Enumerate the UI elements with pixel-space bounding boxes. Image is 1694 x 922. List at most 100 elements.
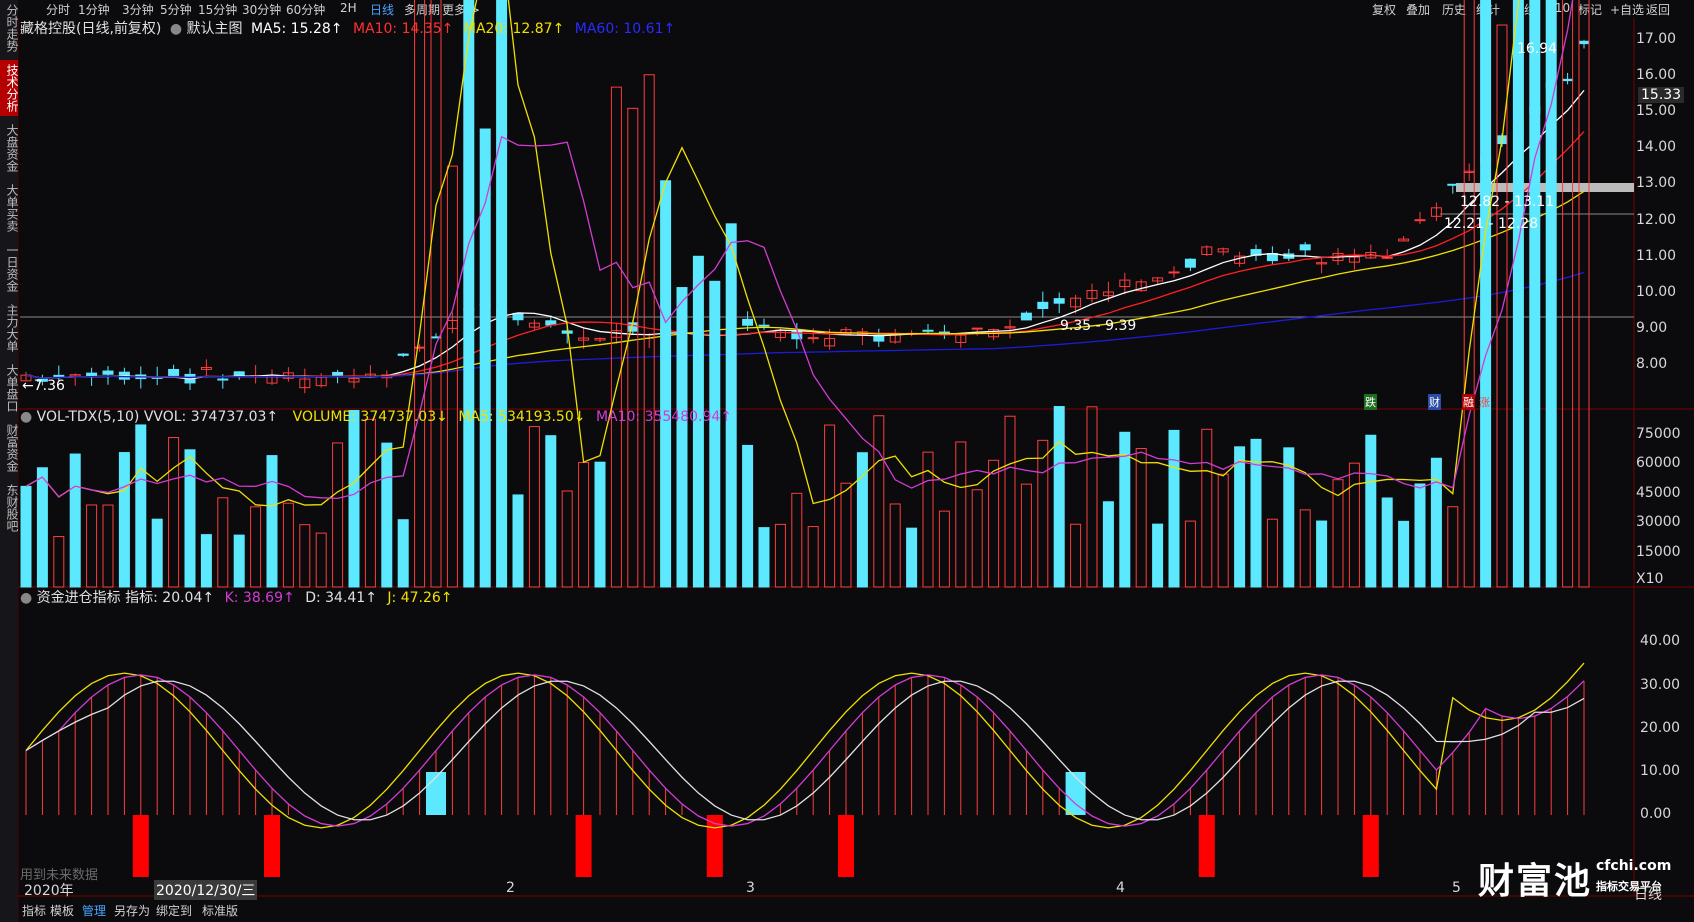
volume-bar — [315, 532, 327, 588]
volume-bar — [118, 452, 130, 588]
volume-bar — [1430, 457, 1442, 588]
bottom-tab-4[interactable]: 绑定到 — [156, 902, 192, 919]
volume-tick: 75000 — [1636, 426, 1681, 442]
x-label-month-4: 4 — [1116, 880, 1125, 896]
indicator-legend: ● 资金进仓指标 指标: 20.04↑ K: 38.69↑ D: 34.41↑ … — [20, 587, 453, 607]
ma20-value: MA20: 12.87↑ — [463, 21, 565, 37]
bottom-tab-1[interactable]: 模板 — [50, 902, 74, 919]
volume-tick: X10 — [1636, 571, 1664, 587]
price-tick: 15.00 — [1636, 103, 1677, 120]
d-value: D: 34.41↑ — [305, 590, 377, 606]
x-label-month-2: 2 — [506, 880, 515, 896]
volume-bar — [266, 455, 278, 588]
gap-label-3: 9.35 - 9.39 — [1060, 318, 1137, 334]
bottom-tab-2[interactable]: 管理 — [82, 902, 106, 919]
candle — [1381, 256, 1393, 259]
volume-bar — [807, 526, 819, 588]
candle — [1184, 258, 1196, 268]
candle — [1447, 183, 1459, 186]
candle — [742, 318, 754, 326]
settings-icon[interactable]: ● — [170, 21, 182, 37]
ma10-value: MA10: 14.35↑ — [352, 21, 454, 37]
volume-bar — [200, 534, 212, 588]
volume-bar — [774, 523, 786, 588]
volume-bar — [1070, 523, 1082, 588]
volume-bar — [1512, 0, 1524, 588]
volume-bar — [463, 0, 475, 588]
x-label-month-5: 5 — [1452, 880, 1461, 896]
volume-bar — [69, 453, 81, 588]
price-tick: 10.00 — [1636, 283, 1677, 300]
volume-bar — [1020, 483, 1032, 588]
candle — [233, 371, 245, 377]
candle — [922, 329, 934, 332]
volume-bar — [135, 424, 147, 588]
candle — [1037, 301, 1049, 310]
bottom-tab-3[interactable]: 另存为 — [114, 902, 150, 919]
current-price-tag: 15.33 — [1638, 87, 1685, 103]
volume-bar — [348, 410, 360, 588]
indicator-tick: 10.00 — [1640, 763, 1681, 779]
volume-bar — [660, 180, 672, 588]
volume-bar — [86, 504, 98, 588]
d-line — [25, 680, 1585, 821]
watermark-domain: cfchi.com — [1596, 858, 1672, 874]
volume-bar — [1381, 497, 1393, 588]
volume-bar — [479, 128, 491, 588]
volume-bar — [1529, 0, 1541, 588]
volume-bar — [1414, 483, 1426, 588]
ma5-line — [25, 89, 1585, 380]
indicator-name[interactable]: 资金进仓指标 — [37, 590, 121, 606]
volume-bar — [594, 461, 606, 588]
settings-icon[interactable]: ● — [20, 409, 32, 425]
stock-chart[interactable] — [0, 0, 1694, 922]
x-label-month-3: 3 — [746, 880, 755, 896]
volume-bar — [282, 502, 294, 588]
badge-finance[interactable]: 财 — [1428, 394, 1441, 410]
volume-bar — [889, 503, 901, 588]
indicator-value: 指标: 20.04↑ — [125, 590, 215, 606]
indicator-tick: 20.00 — [1640, 720, 1681, 736]
template-name[interactable]: 默认主图 — [187, 21, 243, 37]
candle — [1053, 298, 1065, 304]
bottom-tab-5[interactable]: 标准版 — [202, 902, 238, 919]
vol-ma5-value: MA5: 534193.50↓ — [458, 409, 586, 425]
price-tick: 17.00 — [1636, 31, 1677, 47]
gap-label-2: 12.21 - 12.28 — [1444, 216, 1539, 232]
volume-bar — [102, 504, 114, 588]
vol-ma5-line — [25, 0, 1520, 507]
indicator-tick: 30.00 — [1640, 677, 1681, 693]
volume-bar — [1463, 0, 1475, 588]
vol-indicator-name[interactable]: VOL-TDX(5,10) — [37, 409, 140, 425]
bottom-tab-0[interactable]: 指标 — [22, 902, 46, 919]
volume-bar — [299, 524, 311, 588]
volume-tick: 30000 — [1636, 514, 1681, 530]
volume-bar — [36, 467, 48, 588]
volume-bar — [496, 0, 508, 588]
volume-bar — [1348, 462, 1360, 588]
bottom-period-label: 日线 — [1634, 887, 1662, 903]
ma60-value: MA60: 10.61↑ — [574, 21, 676, 37]
badge-margin[interactable]: 融 — [1462, 394, 1475, 410]
volume-bar — [512, 494, 524, 588]
volume-bar — [545, 435, 557, 588]
badge-rise[interactable]: 涨 — [1478, 394, 1491, 410]
volume-bar — [528, 426, 540, 588]
gap-label-1: 12.82 - 13.11 — [1460, 194, 1555, 210]
volume-bar — [430, 0, 442, 588]
k-line — [25, 674, 1585, 827]
volume-tick: 15000 — [1636, 544, 1681, 560]
volume-bar — [381, 442, 393, 588]
volume-bar — [906, 527, 918, 588]
volume-bar — [824, 424, 836, 588]
volume-bar — [988, 459, 1000, 588]
stock-title: 藏格控股(日线,前复权) — [20, 21, 162, 37]
badge-fall[interactable]: 跌 — [1364, 394, 1377, 410]
volume-tick: 45000 — [1636, 485, 1681, 501]
volume-bar — [1398, 520, 1410, 588]
volume-bar — [1480, 0, 1492, 588]
candle — [168, 368, 180, 376]
volume-bar — [791, 492, 803, 588]
settings-icon[interactable]: ● — [20, 590, 32, 606]
volume-bar — [332, 442, 344, 588]
